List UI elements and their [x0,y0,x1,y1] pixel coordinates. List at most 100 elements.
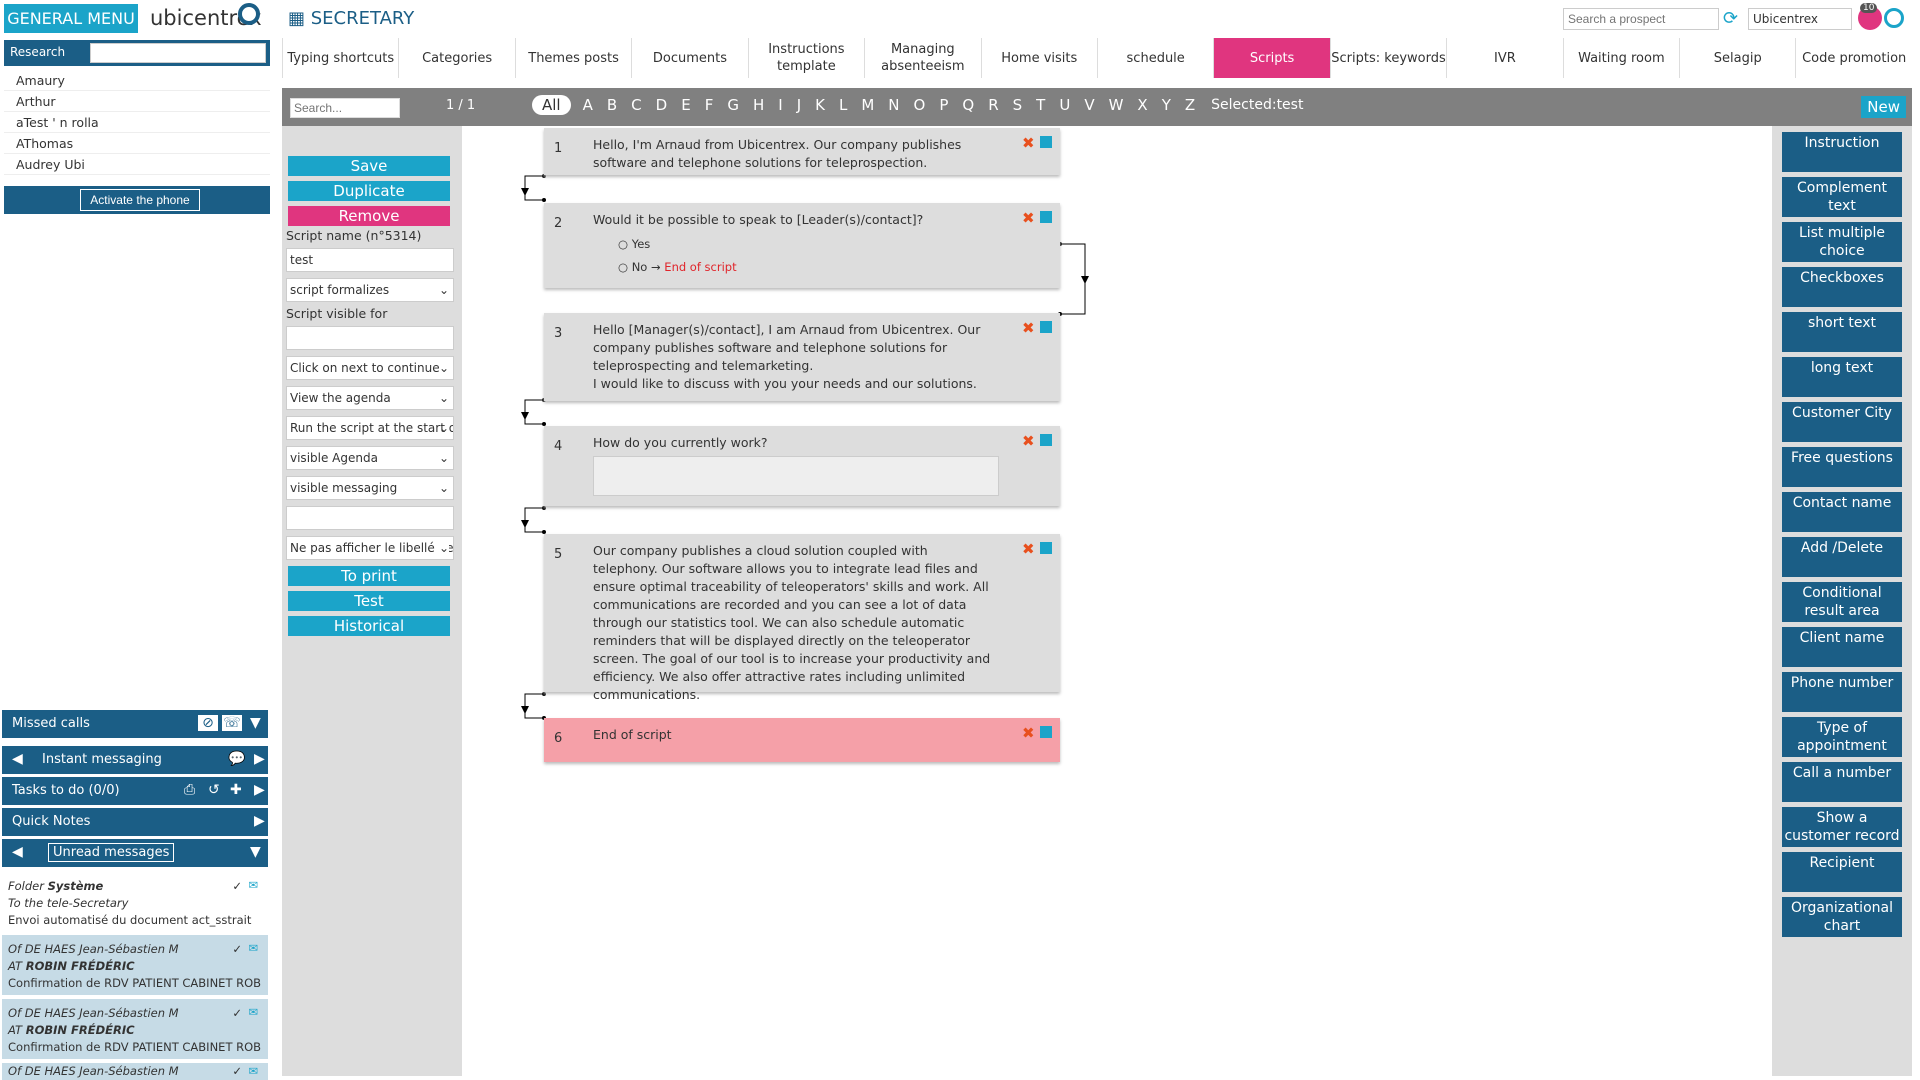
chevron-right-icon[interactable]: ▶ [254,782,265,798]
letter-filter-item[interactable]: Y [1162,96,1171,114]
letter-filter-item[interactable]: D [656,96,668,114]
tab-scripts[interactable]: Scripts [1213,38,1330,78]
palette-complement-text[interactable]: Complement text [1782,177,1902,217]
palette-client-name[interactable]: Client name [1782,627,1902,667]
tab-schedule[interactable]: schedule [1096,38,1213,78]
palette-free-questions[interactable]: Free questions [1782,447,1902,487]
script-step-card[interactable]: 5 Our company publishes a cloud solution… [544,534,1060,702]
letter-filter-item[interactable]: W [1109,96,1124,114]
message-item[interactable]: Folder Système To the tele-Secretary Env… [2,872,268,930]
missed-calls-bar[interactable]: Missed calls ⊘ ☏ ▼ [2,710,268,738]
check-icon[interactable]: ✓ [232,1063,242,1080]
palette-conditional-result-area[interactable]: Conditional result area [1782,582,1902,622]
letter-filter-item[interactable]: E [681,96,690,114]
radio-icon[interactable]: ○ [618,237,628,251]
palette-call-a-number[interactable]: Call a number [1782,762,1902,802]
delete-icon[interactable]: ✖ [1022,134,1035,152]
message-item[interactable]: Of DE HAES Jean-Sébastien M AT ROBIN FRÉ… [2,935,268,995]
settings-icon[interactable] [1884,8,1904,28]
save-button[interactable]: Save [288,156,450,176]
instant-messaging-bar[interactable]: ◀ Instant messaging 💬 ▶ [2,746,268,774]
palette-long-text[interactable]: long text [1782,357,1902,397]
user-item[interactable]: aTest ' n rolla [4,112,270,133]
delete-icon[interactable]: ✖ [1022,540,1035,558]
plus-icon[interactable]: ✚ [230,782,242,798]
edit-icon[interactable] [1040,136,1052,148]
general-menu-button[interactable]: GENERAL MENU [4,4,138,33]
phone-icon[interactable]: ☏ [222,715,242,731]
account-field[interactable]: Ubicentrex [1748,8,1852,30]
print-icon[interactable]: ⎙ [184,782,195,798]
activate-phone-button[interactable]: Activate the phone [80,189,200,211]
palette-show-customer-record[interactable]: Show a customer record [1782,807,1902,847]
letter-filter-item[interactable]: S [1013,96,1023,114]
test-button[interactable]: Test [288,591,450,611]
run-select[interactable]: Run the script at the start o ⌄ [286,416,454,440]
script-step-card[interactable]: 3 Hello [Manager(s)/contact], I am Arnau… [544,313,1060,401]
envelope-icon[interactable]: ✉ [248,940,258,957]
envelope-icon[interactable]: ✉ [248,1063,258,1080]
visible-messaging-select[interactable]: visible messaging ⌄ [286,476,454,500]
option-yes[interactable]: ○ Yes [618,235,650,253]
radio-icon[interactable]: ○ [618,260,628,274]
palette-list-multiple-choice[interactable]: List multiple choice [1782,222,1902,262]
unread-messages-bar[interactable]: ◀ Unread messages ▼ [2,839,268,867]
script-step-card-end[interactable]: 6 End of script ✖ [544,718,1060,762]
chevron-left-icon[interactable]: ◀ [12,751,23,767]
palette-phone-number[interactable]: Phone number [1782,672,1902,712]
palette-short-text[interactable]: short text [1782,312,1902,352]
letter-filter-item[interactable]: I [778,96,782,114]
chevron-right-icon[interactable]: ▶ [254,813,265,829]
script-step-card[interactable]: 1 Hello, I'm Arnaud from Ubicentrex. Our… [544,128,1060,175]
letter-filter-item[interactable]: U [1059,96,1070,114]
chevron-right-icon[interactable]: ▶ [254,751,265,767]
letter-filter-item[interactable]: F [705,96,714,114]
letter-filter-item[interactable]: L [839,96,847,114]
palette-add-delete[interactable]: Add /Delete [1782,537,1902,577]
tab-typing-shortcuts[interactable]: Typing shortcuts [282,38,398,78]
user-item[interactable]: Arthur [4,91,270,112]
remove-button[interactable]: Remove [288,206,450,226]
duplicate-button[interactable]: Duplicate [288,181,450,201]
history-icon[interactable]: ↺ [208,782,220,798]
palette-instruction[interactable]: Instruction [1782,132,1902,172]
next-select[interactable]: Click on next to continue ⌄ [286,356,454,380]
letter-filter-item[interactable]: A [583,96,593,114]
answer-textarea[interactable] [593,456,999,496]
letter-filter-item[interactable]: N [888,96,899,114]
letter-filter-item[interactable]: C [631,96,641,114]
letter-filter-item[interactable]: Z [1185,96,1195,114]
palette-organizational-chart[interactable]: Organizational chart [1782,897,1902,937]
tab-code-promotion[interactable]: Code promotion [1795,38,1911,78]
tab-ivr[interactable]: IVR [1446,38,1562,78]
new-button[interactable]: New [1861,96,1906,118]
palette-type-of-appointment[interactable]: Type of appointment [1782,717,1902,757]
chevron-down-icon[interactable]: ▼ [250,715,261,731]
letter-filter-item[interactable]: B [607,96,617,114]
message-item[interactable]: Of DE HAES Jean-Sébastien M ✓ ✉ [2,1063,268,1080]
letter-filter-item[interactable]: R [988,96,998,114]
tab-managing-absenteeism[interactable]: Managing absenteeism [864,38,980,78]
tab-scripts-keywords[interactable]: Scripts: keywords [1329,38,1446,78]
tab-instructions-template[interactable]: Instructions template [747,38,864,78]
unread-messages-select[interactable]: Unread messages [48,843,175,862]
quick-notes-bar[interactable]: Quick Notes ▶ [2,808,268,836]
letter-filter-item[interactable]: K [815,96,825,114]
block-icon[interactable]: ⊘ [198,715,218,731]
script-name-input[interactable]: test [286,248,454,272]
tasks-bar[interactable]: Tasks to do (0/0) ⎙ ↺ ✚ ▶ [2,777,268,805]
letter-filter-item[interactable]: X [1137,96,1147,114]
edit-icon[interactable] [1040,321,1052,333]
letter-filter-item[interactable]: G [727,96,739,114]
letter-filter-item[interactable]: J [797,96,801,114]
option-no[interactable]: ○ No → End of script [618,258,737,276]
delete-icon[interactable]: ✖ [1022,209,1035,227]
envelope-icon[interactable]: ✉ [248,1004,258,1021]
palette-contact-name[interactable]: Contact name [1782,492,1902,532]
research-input[interactable] [90,43,266,63]
script-step-card[interactable]: 4 How do you currently work? ✖ [544,426,1060,506]
goto-target[interactable]: End of script [664,260,736,274]
letter-all[interactable]: All [532,95,571,115]
tab-selagip[interactable]: Selagip [1679,38,1795,78]
letter-filter-item[interactable]: H [753,96,764,114]
